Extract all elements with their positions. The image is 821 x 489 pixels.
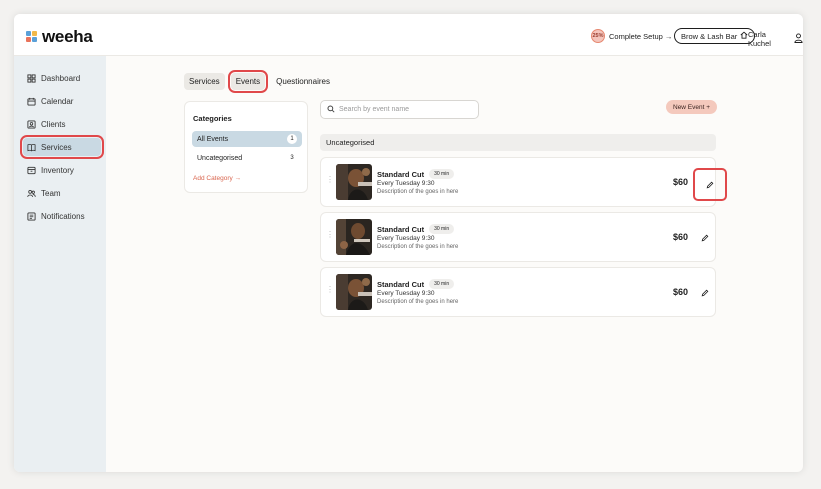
event-description: Description of the goes in here bbox=[377, 299, 459, 305]
categories-panel: Categories All Events 1 Uncategorised 3 … bbox=[184, 101, 308, 193]
duration-badge: 30 min bbox=[429, 224, 455, 234]
grid-icon bbox=[27, 73, 36, 83]
category-uncategorised[interactable]: Uncategorised 3 bbox=[192, 150, 302, 166]
event-title: Standard Cut 30 min bbox=[377, 224, 455, 234]
bell-icon bbox=[27, 211, 36, 221]
sidebar-item-dashboard[interactable]: Dashboard bbox=[23, 69, 101, 87]
user-name: Carla Kuchel bbox=[748, 30, 771, 48]
drag-handle-icon[interactable]: ⋮⋮ bbox=[326, 231, 341, 239]
event-name: Standard Cut bbox=[377, 279, 425, 289]
sidebar: Dashboard Calendar Clients Services Inve… bbox=[14, 56, 106, 472]
category-all-events[interactable]: All Events 1 bbox=[192, 131, 302, 147]
search-icon bbox=[327, 104, 335, 115]
event-card[interactable]: ⋮⋮ Standard Cut 30 min Every Tuesday 9:3… bbox=[320, 267, 716, 317]
sidebar-item-label: Team bbox=[41, 188, 61, 198]
add-category-link[interactable]: Add Category → bbox=[193, 175, 241, 182]
brand-name: weeha bbox=[42, 27, 93, 46]
sidebar-item-calendar[interactable]: Calendar bbox=[23, 92, 101, 110]
event-thumbnail bbox=[336, 164, 372, 200]
business-label: Brow & Lash Bar bbox=[681, 31, 738, 41]
drag-handle-icon[interactable]: ⋮⋮ bbox=[326, 176, 341, 184]
logo[interactable]: weeha bbox=[26, 27, 93, 47]
event-price: $60 bbox=[673, 287, 689, 297]
business-selector[interactable]: Brow & Lash Bar bbox=[674, 28, 756, 44]
setup-progress-badge: 25% bbox=[591, 29, 605, 43]
top-bar: weeha 25% Complete Setup → Brow & Lash B… bbox=[14, 14, 803, 56]
sidebar-item-label: Dashboard bbox=[41, 73, 81, 83]
tab-questionnaires[interactable]: Questionnaires bbox=[271, 73, 335, 90]
search-placeholder: Search by event name bbox=[339, 106, 410, 113]
edit-button[interactable] bbox=[696, 229, 714, 247]
category-count: 3 bbox=[290, 155, 294, 161]
user-icon bbox=[794, 33, 803, 45]
section-tabs: Services Events Questionnaires bbox=[184, 70, 335, 93]
calendar-icon bbox=[27, 97, 36, 106]
complete-setup-label: Complete Setup → bbox=[609, 31, 673, 41]
edit-button[interactable] bbox=[693, 168, 727, 201]
sidebar-item-services[interactable]: Services bbox=[20, 135, 104, 159]
search-input[interactable]: Search by event name bbox=[320, 100, 479, 119]
new-event-button[interactable]: New Event + bbox=[666, 100, 718, 114]
event-card[interactable]: ⋮⋮ Standard Cut 30 min Every Tuesday 9:3… bbox=[320, 212, 716, 262]
tab-events[interactable]: Events bbox=[227, 70, 269, 93]
duration-badge: 30 min bbox=[429, 169, 455, 179]
user-menu[interactable]: Carla Kuchel bbox=[748, 30, 803, 48]
sidebar-item-notifications[interactable]: Notifications bbox=[23, 207, 101, 225]
event-thumbnail bbox=[336, 274, 372, 310]
event-title: Standard Cut 30 min bbox=[377, 279, 455, 289]
categories-title: Categories bbox=[193, 114, 232, 123]
event-description: Description of the goes in here bbox=[377, 189, 459, 195]
sidebar-item-team[interactable]: Team bbox=[23, 184, 101, 202]
category-count: 1 bbox=[287, 134, 297, 144]
event-name: Standard Cut bbox=[377, 169, 425, 179]
event-title: Standard Cut 30 min bbox=[377, 169, 455, 179]
event-thumbnail bbox=[336, 219, 372, 255]
sidebar-item-label: Calendar bbox=[41, 96, 74, 106]
sidebar-item-label: Notifications bbox=[41, 211, 85, 221]
event-card[interactable]: ⋮⋮ Standard Cut 30 min Every Tuesday 9:3… bbox=[320, 157, 727, 207]
edit-button[interactable] bbox=[696, 284, 714, 302]
event-description: Description of the goes in here bbox=[377, 244, 459, 250]
duration-badge: 30 min bbox=[429, 279, 455, 289]
logo-mark-icon bbox=[26, 31, 38, 43]
category-label: All Events bbox=[197, 135, 229, 143]
app-window: weeha 25% Complete Setup → Brow & Lash B… bbox=[14, 14, 803, 472]
pencil-icon bbox=[701, 284, 709, 302]
team-icon bbox=[27, 189, 36, 198]
event-schedule: Every Tuesday 9:30 bbox=[377, 235, 435, 242]
event-schedule: Every Tuesday 9:30 bbox=[377, 180, 435, 187]
book-icon bbox=[27, 143, 36, 152]
sidebar-item-clients[interactable]: Clients bbox=[23, 115, 101, 133]
box-icon bbox=[27, 166, 36, 175]
event-price: $60 bbox=[673, 232, 689, 242]
sidebar-item-inventory[interactable]: Inventory bbox=[23, 161, 101, 179]
complete-setup-button[interactable]: 25% Complete Setup → bbox=[591, 29, 672, 43]
event-price: $60 bbox=[673, 177, 689, 187]
sidebar-item-label: Clients bbox=[41, 119, 66, 129]
pencil-icon bbox=[706, 176, 714, 194]
tab-services[interactable]: Services bbox=[184, 73, 225, 90]
event-name: Standard Cut bbox=[377, 224, 425, 234]
group-header: Uncategorised bbox=[320, 134, 716, 151]
sidebar-item-label: Services bbox=[41, 142, 72, 152]
contact-icon bbox=[27, 119, 36, 129]
sidebar-item-label: Inventory bbox=[41, 165, 74, 175]
event-schedule: Every Tuesday 9:30 bbox=[377, 290, 435, 297]
drag-handle-icon[interactable]: ⋮⋮ bbox=[326, 286, 341, 294]
pencil-icon bbox=[701, 229, 709, 247]
category-label: Uncategorised bbox=[197, 154, 243, 162]
